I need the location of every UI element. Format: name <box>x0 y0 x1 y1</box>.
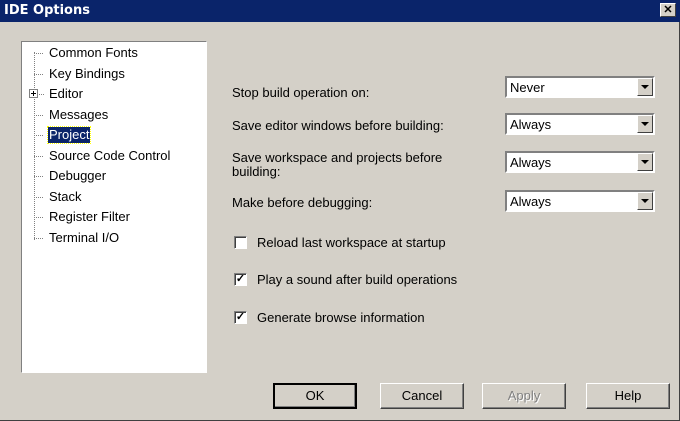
tree-item-label: Messages <box>49 106 109 122</box>
tree-connector <box>34 196 43 198</box>
tree-item[interactable]: Project <box>22 126 206 144</box>
tree-connector <box>34 176 43 177</box>
tree-item[interactable]: Debugger <box>22 167 206 185</box>
help-button[interactable]: Help <box>586 383 670 409</box>
tree-connector <box>34 135 43 136</box>
tree-item-label: Key Bindings <box>49 65 125 81</box>
cancel-button[interactable]: Cancel <box>380 383 464 409</box>
stop-build-value: Never <box>510 80 545 95</box>
tree-item[interactable]: Key Bindings <box>22 65 206 83</box>
make-before-debug-value: Always <box>510 194 552 209</box>
save-workspace-label-line1: Save workspace and projects before <box>232 150 443 165</box>
tree-connector <box>34 155 43 157</box>
tree-connector <box>39 94 44 95</box>
tree-item[interactable]: Stack <box>22 188 206 206</box>
check-icon: ✓ <box>235 311 246 323</box>
check-icon: ✓ <box>235 273 246 285</box>
chevron-down-icon[interactable] <box>637 153 653 171</box>
tree-item[interactable]: Source Code Control <box>22 147 206 165</box>
ok-button[interactable]: OK <box>273 383 357 409</box>
tree-item-label: Register Filter <box>49 209 130 224</box>
plus-box-icon[interactable] <box>29 89 38 98</box>
apply-button: Apply <box>482 383 566 409</box>
window-title: IDE Options <box>4 3 90 18</box>
save-editor-select[interactable]: Always <box>505 113 655 135</box>
tree-item[interactable]: Terminal I/O <box>22 229 206 247</box>
save-workspace-label-line2: building: <box>232 164 281 179</box>
close-icon: ✕ <box>663 4 673 16</box>
tree-item-label: Debugger <box>49 168 107 183</box>
chevron-down-icon[interactable] <box>637 115 653 133</box>
options-tree[interactable]: Common Fonts Key Bindings Editor Messages Pr… <box>21 41 207 373</box>
save-editor-value: Always <box>510 117 552 132</box>
tree-item-label: Terminal I/O <box>49 229 120 245</box>
make-before-debug-select[interactable]: Always <box>505 190 655 212</box>
tree-item-label: Source Code Control <box>49 147 171 163</box>
tree-item-label: Project <box>46 126 92 144</box>
chevron-down-icon[interactable] <box>637 192 653 210</box>
save-workspace-value: Always <box>510 155 552 170</box>
tree-connector <box>34 217 43 218</box>
browse-info-label: Generate browse information <box>257 310 425 325</box>
tree-item[interactable]: Common Fonts <box>22 44 206 62</box>
tree-item[interactable]: Messages <box>22 106 206 124</box>
tree-connector <box>34 53 43 54</box>
chevron-down-icon[interactable] <box>637 78 653 96</box>
close-button[interactable]: ✕ <box>660 3 676 17</box>
browse-info-checkbox[interactable]: ✓ <box>234 311 247 324</box>
play-sound-checkbox[interactable]: ✓ <box>234 273 247 286</box>
tree-connector <box>34 73 43 75</box>
save-editor-label: Save editor windows before building: <box>232 118 444 133</box>
tree-connector <box>34 237 43 239</box>
stop-build-select[interactable]: Never <box>505 76 655 98</box>
tree-item-label: Editor <box>49 86 83 101</box>
reload-workspace-checkbox[interactable] <box>234 236 247 249</box>
stop-build-label: Stop build operation on: <box>232 85 370 100</box>
save-workspace-select[interactable]: Always <box>505 151 655 173</box>
tree-item-label: Common Fonts <box>49 45 138 60</box>
tree-item[interactable]: Register Filter <box>22 208 206 226</box>
reload-workspace-label: Reload last workspace at startup <box>257 235 446 250</box>
tree-item-label: Stack <box>49 188 82 204</box>
tree-item[interactable]: Editor <box>22 85 206 103</box>
tree-connector <box>34 114 43 116</box>
title-bar[interactable]: IDE Options ✕ <box>0 0 680 22</box>
make-before-debug-label: Make before debugging: <box>232 195 373 210</box>
ide-options-dialog: IDE Options ✕ Common Fonts Key Bindings Ed… <box>0 0 680 421</box>
play-sound-label: Play a sound after build operations <box>257 272 458 287</box>
